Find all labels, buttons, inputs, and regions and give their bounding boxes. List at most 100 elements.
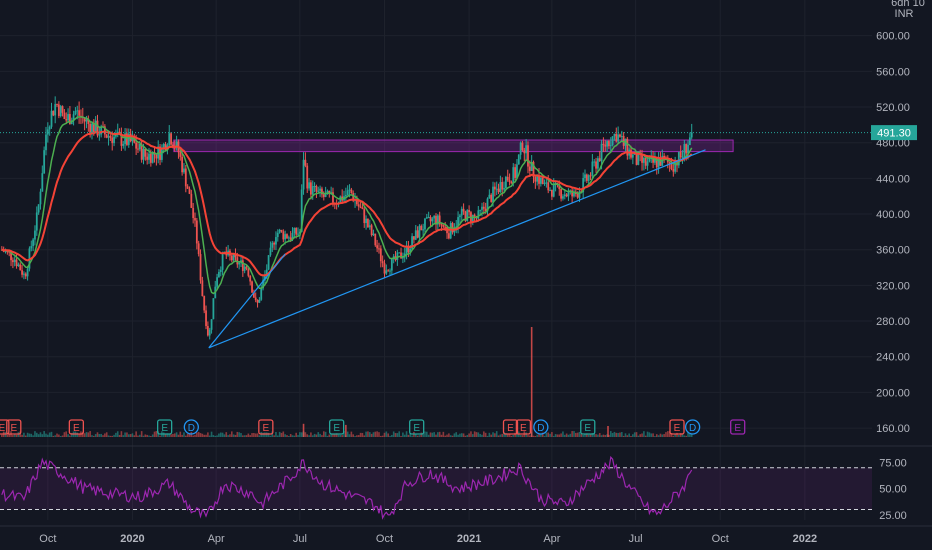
candle-body: [19, 264, 22, 271]
price-tick-label: 400.00: [876, 209, 910, 221]
volume-bar: [499, 434, 502, 437]
volume-bar: [435, 434, 437, 437]
volume-bar: [683, 435, 686, 437]
volume-bar: [150, 435, 152, 437]
volume-bar: [637, 435, 640, 437]
volume-bar: [247, 433, 250, 437]
candle-body: [232, 254, 235, 261]
volume-bar: [105, 432, 108, 437]
volume-bar: [199, 433, 202, 437]
candle-body: [481, 206, 483, 210]
candle-body: [92, 123, 95, 133]
volume-bar: [173, 433, 176, 437]
volume-bar: [207, 432, 209, 437]
candle-body: [503, 188, 505, 190]
volume-bar: [291, 435, 294, 437]
price-tick-label: 440.00: [876, 173, 910, 185]
candle-body: [525, 145, 528, 154]
volume-bar: [429, 432, 432, 437]
volume-bar: [37, 434, 40, 437]
volume-bar: [567, 434, 570, 437]
volume-bar: [543, 435, 546, 437]
candle-body: [659, 158, 662, 166]
candle-body: [359, 206, 362, 208]
candle-body: [514, 167, 517, 178]
volume-bar: [359, 432, 362, 437]
volume-bar: [177, 434, 180, 437]
candle-body: [690, 132, 693, 138]
volume-bar: [494, 433, 496, 437]
volume-bar: [15, 434, 18, 437]
volume-bar: [385, 431, 388, 437]
volume-bar: [689, 434, 691, 437]
volume-bar: [529, 435, 531, 437]
volume-bar: [65, 431, 68, 437]
candle-body: [113, 136, 115, 144]
resistance-zone[interactable]: [173, 139, 734, 153]
candle-body: [260, 288, 263, 300]
candle-body: [348, 189, 351, 191]
volume-bar: [102, 435, 104, 437]
volume-bar: [146, 434, 148, 437]
volume-bar: [663, 434, 665, 437]
candle-body: [585, 174, 588, 181]
volume-bar: [532, 435, 535, 437]
candle-body: [287, 237, 290, 239]
volume-bar: [48, 432, 51, 437]
volume-bar: [21, 434, 23, 437]
volume-bar: [59, 435, 62, 437]
volume-bar: [232, 434, 235, 437]
time-tick-label: Oct: [712, 533, 729, 545]
volume-spike-bar: [530, 327, 533, 437]
candle-body: [497, 188, 500, 193]
volume-bar: [569, 433, 572, 437]
candle-body: [15, 259, 18, 266]
volume-bar: [437, 432, 439, 437]
candle-body: [254, 297, 257, 301]
candle-body: [510, 182, 513, 184]
volume-bar: [192, 435, 194, 437]
volume-bar: [582, 434, 584, 437]
candle-body: [442, 224, 445, 227]
volume-bar: [486, 435, 489, 437]
candle-body: [243, 266, 246, 271]
volume-bar: [442, 431, 445, 437]
volume-bar: [28, 433, 31, 437]
volume-bar: [455, 432, 458, 437]
volume-bar: [216, 435, 218, 437]
candle-body: [289, 237, 292, 240]
candle-body: [562, 196, 564, 199]
candle-body: [208, 329, 211, 336]
time-tick-label: Apr: [208, 533, 225, 545]
volume-bar: [278, 431, 281, 437]
candle-body: [587, 175, 590, 181]
volume-bar: [396, 433, 399, 437]
candle-body: [61, 106, 64, 113]
volume-bar: [196, 432, 198, 437]
marker-label: D: [689, 423, 696, 434]
candle-body: [122, 143, 125, 146]
volume-bar: [282, 431, 285, 437]
time-tick-label: Jul: [629, 533, 643, 545]
candle-body: [181, 156, 184, 173]
rsi-axis[interactable]: 25.00 50.00 75.00: [879, 457, 907, 521]
volume-bar: [357, 435, 360, 437]
volume-bar: [24, 435, 27, 437]
candle-body: [549, 189, 551, 191]
candle-body: [378, 248, 380, 250]
candle-body: [589, 175, 592, 177]
candle-body: [247, 268, 250, 276]
resistance-zone-layer[interactable]: [173, 139, 734, 153]
candle-body: [447, 233, 450, 239]
volume-bar: [109, 435, 112, 437]
candle-body: [512, 167, 515, 184]
volume-bar: [652, 433, 654, 437]
volume-bar: [633, 432, 636, 437]
candle-body: [440, 224, 443, 226]
volume-bar: [96, 432, 99, 437]
price-chart[interactable]: EEEEDEEEEEDEEDE 160.00200.00240.00280.00…: [0, 0, 932, 550]
volume-bar: [628, 433, 630, 437]
volume-bar: [61, 435, 64, 437]
volume-bar: [363, 435, 366, 437]
candle-body: [429, 216, 432, 222]
